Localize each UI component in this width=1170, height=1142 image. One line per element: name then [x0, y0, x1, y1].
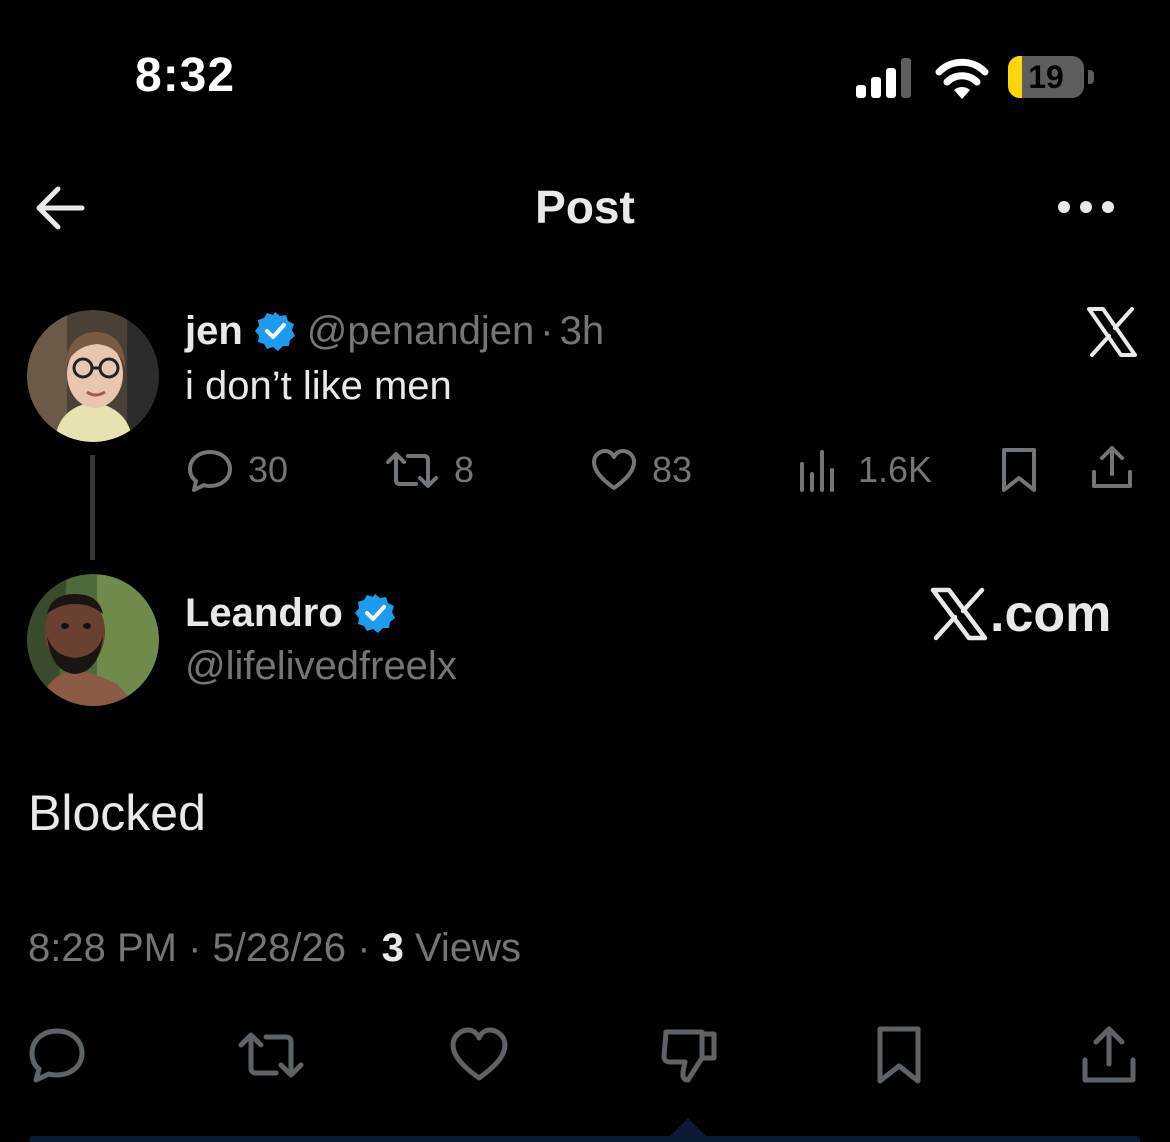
tweet-time[interactable]: 8:28 PM [28, 926, 177, 970]
like-count: 83 [652, 449, 693, 490]
like-action[interactable]: 83 [590, 446, 692, 494]
verified-badge-icon [254, 312, 295, 351]
main-tweet-header: Leandro [185, 588, 407, 638]
author-handle[interactable]: @penandjen [307, 309, 534, 354]
x-logo-icon [1087, 307, 1137, 357]
avatar[interactable] [27, 310, 159, 442]
tweet-metadata: 8:28 PM · 5/28/26 · 3 Views [28, 926, 521, 971]
battery-indicator: 19 [1008, 56, 1094, 100]
author-name[interactable]: Leandro [185, 591, 343, 636]
share-icon [1092, 446, 1132, 488]
tweet-age[interactable]: 3h [560, 309, 605, 354]
more-horizontal-icon[interactable] [1054, 190, 1118, 224]
repost-action[interactable]: 8 [384, 446, 474, 494]
avatar[interactable] [27, 574, 159, 706]
status-time: 8:32 [135, 49, 236, 102]
main-tweet-text: Blocked [28, 785, 206, 841]
tweet-date[interactable]: 5/28/26 [213, 926, 346, 970]
caret-up-icon [664, 1118, 712, 1142]
reply-composer-edge [30, 1136, 1140, 1142]
share-action[interactable] [1088, 444, 1150, 492]
share-icon[interactable] [1078, 1024, 1140, 1086]
x-logo-icon [930, 587, 988, 641]
dislike-icon[interactable] [658, 1024, 720, 1086]
bookmark-action[interactable] [995, 446, 1057, 494]
cellular-signal-icon [856, 58, 911, 98]
repost-count: 8 [454, 449, 475, 490]
view-count: 1.6K [858, 449, 933, 490]
reply-action[interactable]: 30 [186, 446, 288, 494]
views-count: 3 [381, 926, 404, 970]
views-label: Views [414, 926, 521, 970]
dot-separator: · [540, 308, 554, 353]
analytics-icon [800, 450, 834, 492]
reply-icon [188, 450, 232, 492]
bookmark-icon[interactable] [868, 1024, 930, 1086]
x-com-watermark: .com [930, 582, 1111, 646]
author-handle[interactable]: @lifelivedfreelx [185, 644, 457, 689]
x-com-text: .com [990, 585, 1112, 643]
wifi-icon [935, 58, 989, 99]
verified-badge-icon [354, 594, 395, 633]
dot-separator: · [357, 926, 371, 970]
battery-level: 19 [1028, 59, 1064, 95]
author-name[interactable]: jen [185, 309, 243, 354]
repost-icon[interactable] [236, 1024, 306, 1086]
thread-line [90, 455, 95, 560]
parent-tweet-text: i don’t like men [185, 364, 452, 408]
parent-tweet-header: jen @penandjen · 3h [185, 306, 604, 356]
heart-icon[interactable] [448, 1024, 510, 1086]
heart-icon [592, 449, 636, 490]
reply-icon[interactable] [26, 1024, 88, 1086]
dot-separator: · [188, 926, 202, 970]
reply-count: 30 [248, 449, 289, 490]
repost-icon [386, 452, 438, 488]
bookmark-icon [1002, 448, 1036, 492]
views-action[interactable]: 1.6K [796, 446, 932, 494]
page-title: Post [535, 181, 635, 233]
